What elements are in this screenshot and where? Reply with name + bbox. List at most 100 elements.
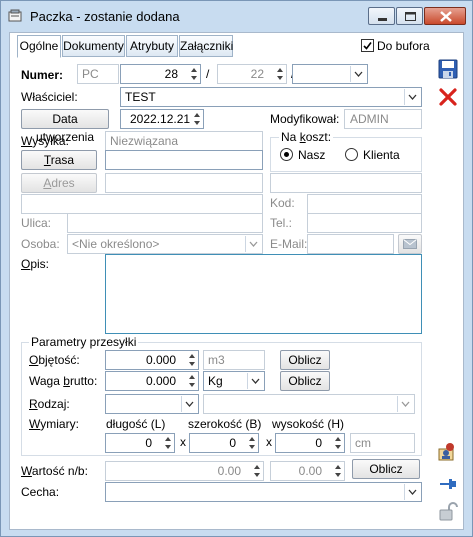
na-koszt-klienta-radio[interactable] (345, 148, 358, 161)
user-card-button[interactable] (437, 441, 459, 463)
modyfikowal-label: Modyfikował: (270, 112, 340, 126)
wysokosc-field[interactable]: 0 (275, 433, 345, 453)
numer-series-select[interactable] (292, 64, 368, 84)
spinner-icon (248, 435, 257, 451)
objetosc-unit: m3 (203, 350, 265, 370)
na-koszt-klienta-label: Klienta (363, 148, 400, 162)
minimize-button[interactable] (368, 7, 395, 25)
data-utworzenia-field[interactable]: 2022.12.21 (120, 109, 204, 129)
tab-dokumenty[interactable]: Dokumenty (62, 35, 125, 57)
spinner-icon (276, 66, 285, 82)
window: Paczka - zostanie dodana Ogólne Dokument… (0, 0, 473, 537)
waga-label: Waga brutto: (29, 374, 98, 388)
close-button[interactable] (424, 7, 466, 25)
pin-button[interactable] (437, 473, 459, 495)
cecha-label: Cecha: (21, 485, 60, 499)
chevron-down-icon (181, 396, 197, 412)
close-icon (440, 11, 452, 22)
spinner-icon (334, 463, 343, 479)
numer-year-field[interactable]: 22 (217, 64, 287, 84)
wymiary-x-1: x (180, 435, 186, 449)
wartosc-value-2: 0.00 (298, 464, 322, 478)
waga-unit-value: Kg (208, 374, 223, 388)
numer-number-value: 28 (164, 67, 178, 81)
ulica-field (67, 213, 263, 233)
numer-number-field[interactable]: 28 (120, 64, 201, 84)
wysylka-field: Niezwiązana (105, 131, 263, 151)
cecha-select[interactable] (105, 482, 422, 502)
wymiary-x-2: x (266, 435, 272, 449)
trasa-button[interactable]: Trasa (21, 150, 97, 170)
dlugosc-label: długość (L) (106, 417, 166, 431)
data-utworzenia-button[interactable]: Data utworzenia (21, 109, 109, 144)
kod-label: Kod: (270, 196, 295, 210)
parcel-icon (8, 9, 22, 22)
waga-field[interactable]: 0.000 (105, 371, 199, 391)
parametry-title: Parametry przesyłki (29, 335, 139, 349)
spinner-icon (193, 111, 202, 127)
osoba-select[interactable]: <Nie określono> (67, 234, 263, 254)
chevron-down-icon (404, 89, 420, 105)
tab-atrybuty[interactable]: Atrybuty (126, 35, 178, 57)
adres-button[interactable]: Adres (21, 173, 97, 193)
maximize-icon (405, 12, 416, 21)
tel-field (307, 213, 422, 233)
save-button[interactable] (437, 58, 459, 80)
na-koszt-nasz-label: Nasz (298, 148, 326, 162)
spinner-icon (188, 373, 197, 389)
chevron-down-icon (350, 66, 366, 82)
wartosc-field-1[interactable]: 0.00 (105, 461, 264, 481)
maximize-button[interactable] (396, 7, 423, 25)
adres-nazwa-field (21, 194, 263, 214)
objetosc-field[interactable]: 0.000 (105, 350, 199, 370)
na-koszt-nasz-radio[interactable] (280, 148, 293, 161)
waga-oblicz-button[interactable]: Oblicz (280, 371, 330, 391)
lock-icon (439, 502, 458, 521)
wlasciciel-select[interactable]: TEST (120, 87, 422, 107)
spinner-icon (334, 435, 343, 451)
objetosc-oblicz-button[interactable]: Oblicz (280, 350, 330, 370)
minimize-icon (378, 18, 387, 21)
osoba-value: <Nie określono> (72, 237, 160, 251)
opis-label: Opis: (21, 257, 50, 271)
wymiary-unit: cm (350, 433, 415, 453)
send-email-button[interactable] (398, 234, 422, 254)
window-title: Paczka - zostanie dodana (30, 9, 180, 24)
title-bar: Paczka - zostanie dodana (1, 1, 472, 31)
wysokosc-label: wysokość (H) (272, 417, 345, 431)
lock-button[interactable] (437, 501, 459, 523)
wlasciciel-value: TEST (125, 90, 156, 104)
rodzaj-select[interactable] (105, 394, 199, 414)
save-icon (438, 59, 458, 79)
numer-prefix-field[interactable]: PC (77, 64, 119, 84)
chevron-down-icon (245, 236, 261, 252)
szerokosc-label: szerokość (B) (188, 417, 262, 431)
chevron-down-icon (397, 396, 413, 412)
na-koszt-label: Na koszt: (279, 130, 334, 144)
wartosc-oblicz-button[interactable]: Oblicz (352, 459, 420, 479)
wartosc-value-1: 0.00 (217, 464, 241, 478)
tab-ogolne[interactable]: Ogólne (17, 35, 61, 58)
tab-zalaczniki[interactable]: Załączniki (179, 35, 233, 57)
trasa-field[interactable] (105, 150, 263, 170)
dlugosc-field[interactable]: 0 (105, 433, 175, 453)
modyfikowal-field: ADMIN (344, 109, 422, 129)
adres-field-2 (270, 173, 422, 193)
szerokosc-field[interactable]: 0 (189, 433, 259, 453)
opis-textarea[interactable] (105, 254, 422, 334)
spinner-icon (188, 352, 197, 368)
spinner-icon (164, 435, 173, 451)
wartosc-label: Wartość n/b: (21, 464, 88, 478)
spinner-icon (253, 463, 262, 479)
chevron-down-icon (247, 373, 263, 389)
wartosc-field-2[interactable]: 0.00 (270, 461, 345, 481)
do-bufora-checkbox[interactable] (361, 39, 374, 52)
szerokosc-value: 0 (229, 436, 236, 450)
rodzaj-detail-select[interactable] (203, 394, 415, 414)
delete-button[interactable] (437, 86, 459, 108)
waga-unit-select[interactable]: Kg (203, 371, 265, 391)
pin-icon (440, 479, 456, 489)
spinner-icon (190, 66, 199, 82)
email-field (307, 234, 394, 254)
do-bufora-label: Do bufora (377, 39, 430, 53)
